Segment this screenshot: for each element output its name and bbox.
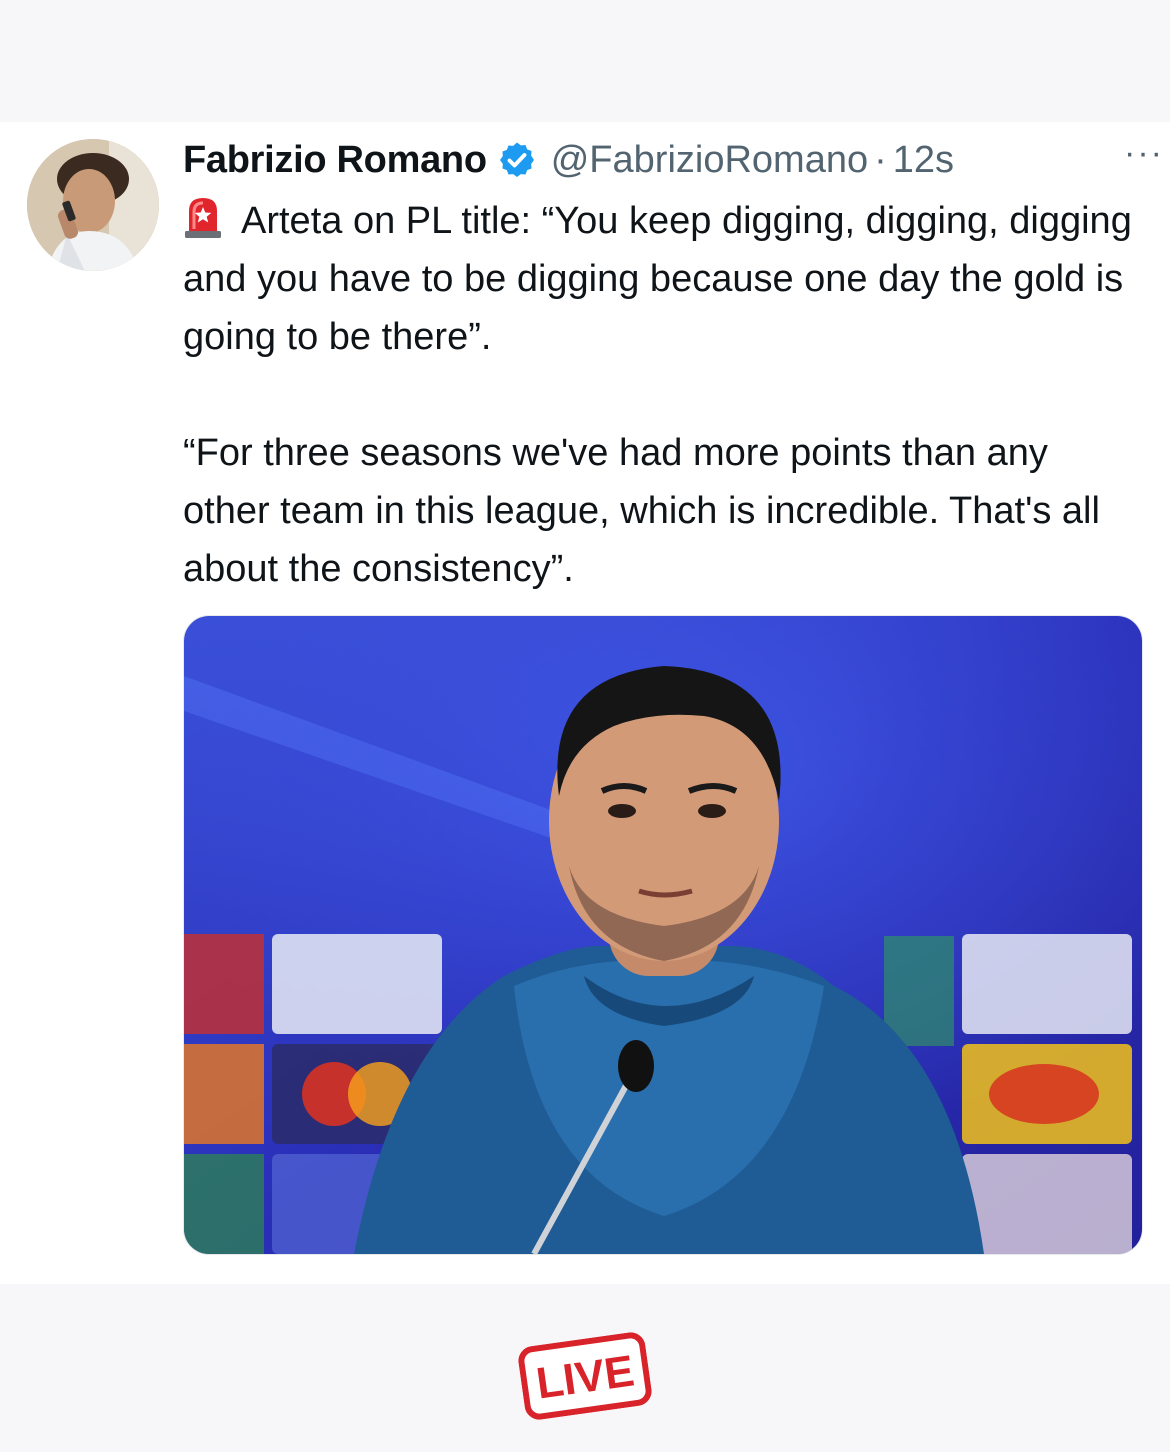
tweet-card[interactable]: Fabrizio Romano @FabrizioRomano · 12s ··… [0, 122, 1170, 1284]
tweet-text: Arteta on PL title: “You keep digging, d… [183, 192, 1143, 598]
siren-icon [185, 198, 221, 238]
separator-dot: · [874, 138, 887, 181]
tweet-media-image[interactable] [183, 615, 1143, 1255]
verified-badge-icon [499, 142, 534, 177]
top-status-area [0, 0, 1170, 122]
more-options-icon[interactable]: ··· [1124, 136, 1164, 170]
tweet-header: Fabrizio Romano @FabrizioRomano · 12s [183, 132, 1143, 188]
author-name[interactable]: Fabrizio Romano [183, 139, 487, 182]
avatar[interactable] [27, 139, 159, 271]
tweet-paragraph-text: Arteta on PL title: “You keep digging, d… [183, 200, 1132, 358]
author-handle[interactable]: @FabrizioRomano [551, 139, 868, 182]
tweet-paragraph: “For three seasons we've had more points… [183, 432, 1100, 590]
tweet-timestamp[interactable]: 12s [893, 139, 954, 182]
tweet-paragraph: Arteta on PL title: “You keep digging, d… [183, 192, 1143, 366]
